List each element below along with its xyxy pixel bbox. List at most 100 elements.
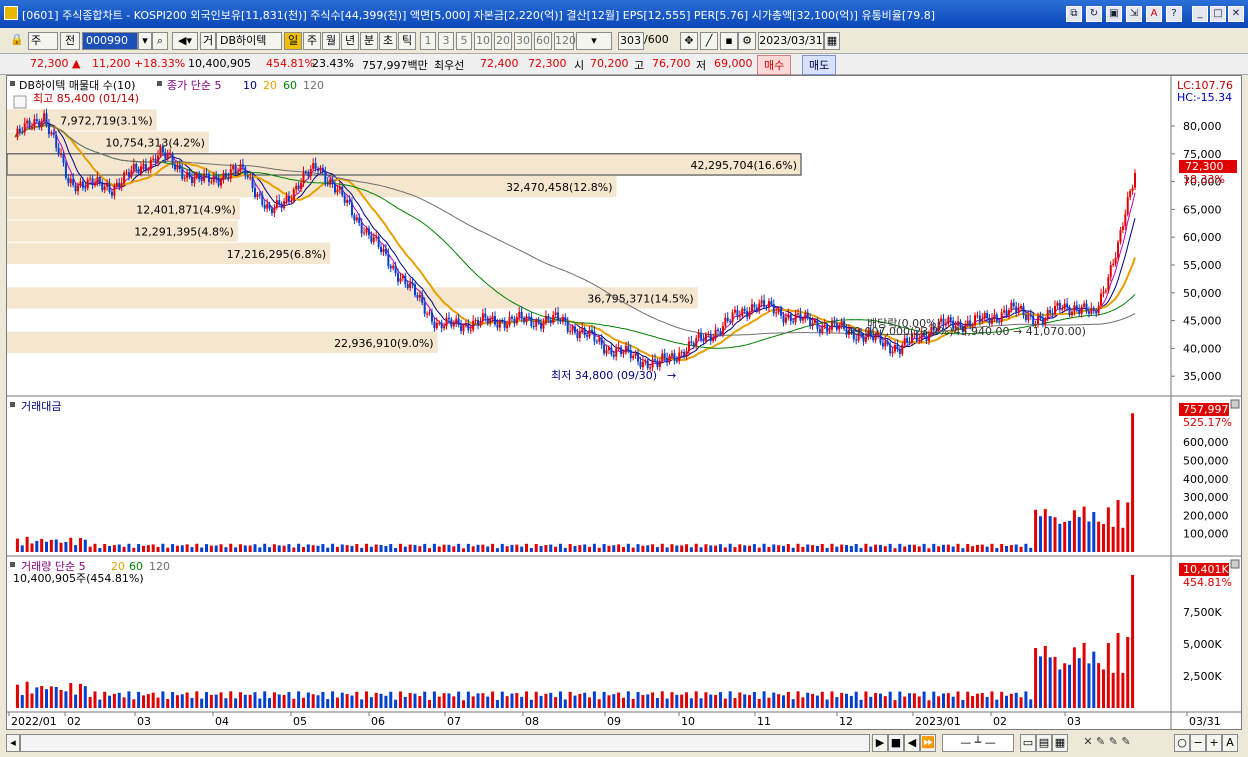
zoom-reset-icon[interactable]: ○ bbox=[1174, 734, 1190, 752]
view-mode-icon[interactable]: ▭ bbox=[1020, 734, 1036, 752]
font-size-icon[interactable]: A bbox=[1222, 734, 1238, 752]
amount-bar bbox=[539, 546, 543, 552]
interval-button-10[interactable]: 10 bbox=[474, 32, 492, 50]
candle-body bbox=[1003, 310, 1006, 313]
candle-body bbox=[108, 183, 111, 192]
amount-bar bbox=[529, 548, 533, 552]
zoom-in-icon[interactable]: + bbox=[1206, 734, 1222, 752]
candle-body bbox=[998, 321, 1001, 323]
buy-button[interactable]: 매수 bbox=[757, 55, 792, 75]
volume-close-icon[interactable] bbox=[1230, 559, 1240, 569]
chart-area[interactable]: 7,972,719(3.1%) 10,754,313(4.2%) 42,295,70… bbox=[6, 75, 1242, 730]
settings-icon[interactable]: ⚙ bbox=[738, 32, 756, 50]
candle-body bbox=[1020, 306, 1023, 309]
interval-button-20[interactable]: 20 bbox=[494, 32, 512, 50]
code-input[interactable]: 000990 bbox=[82, 32, 138, 50]
volume-bar bbox=[45, 689, 49, 708]
code-dropdown-icon[interactable]: ▾ bbox=[138, 32, 152, 50]
period-tab-6[interactable]: 틱 bbox=[398, 32, 416, 50]
stock-name-field[interactable]: DB하이텍 bbox=[216, 32, 282, 50]
link-icon[interactable]: ⧉ bbox=[1066, 6, 1082, 22]
volume-bar bbox=[1038, 656, 1042, 708]
candle-body bbox=[1058, 302, 1061, 310]
period-tab-4[interactable]: 분 bbox=[360, 32, 378, 50]
candle-body bbox=[55, 134, 58, 148]
period-tab-2[interactable]: 월 bbox=[322, 32, 340, 50]
interval-dropdown[interactable]: ▾ bbox=[576, 32, 612, 50]
period-tab-5[interactable]: 초 bbox=[379, 32, 397, 50]
volume-bar bbox=[728, 691, 732, 708]
stop-icon[interactable]: ■ bbox=[888, 734, 904, 752]
scroll-left-icon[interactable]: ◂ bbox=[6, 734, 20, 752]
group-button[interactable]: 거 bbox=[200, 32, 216, 50]
export-icon[interactable]: ⇲ bbox=[1126, 6, 1142, 22]
interval-button-30[interactable]: 30 bbox=[514, 32, 532, 50]
interval-button-5[interactable]: 5 bbox=[456, 32, 472, 50]
maximize-icon[interactable]: □ bbox=[1210, 6, 1226, 22]
volume-bar bbox=[772, 692, 776, 708]
close-icon[interactable]: ✕ bbox=[1228, 6, 1244, 22]
help-icon[interactable]: ? bbox=[1166, 6, 1182, 22]
candle-body bbox=[178, 165, 181, 169]
zoom-out-icon[interactable]: − bbox=[1190, 734, 1206, 752]
candle-body bbox=[229, 169, 232, 179]
candle-body bbox=[479, 320, 482, 326]
candle-body bbox=[656, 360, 659, 367]
candle-body bbox=[1121, 226, 1124, 230]
candle-body bbox=[106, 183, 109, 187]
amount-bar bbox=[777, 545, 781, 552]
volume-profile-label: 36,795,371(14.5%) bbox=[587, 292, 694, 305]
volume-bar bbox=[874, 693, 878, 708]
count-input[interactable]: 303 bbox=[618, 32, 644, 50]
grid-toggle-icon[interactable] bbox=[13, 95, 27, 109]
volume-bar bbox=[588, 697, 592, 708]
period-tab-3[interactable]: 년 bbox=[341, 32, 359, 50]
horizontal-scrollbar[interactable] bbox=[20, 734, 870, 752]
candle-body bbox=[600, 337, 603, 345]
fast-forward-icon[interactable]: ⏩ bbox=[920, 734, 936, 752]
period-tab-0[interactable]: 일 bbox=[284, 32, 302, 50]
refresh-icon[interactable]: ↻ bbox=[1086, 6, 1102, 22]
period-select[interactable]: 주 bbox=[28, 32, 58, 50]
step-back-icon[interactable]: ◀ bbox=[904, 734, 920, 752]
minimize-icon[interactable]: _ bbox=[1192, 6, 1208, 22]
amount-bar bbox=[602, 544, 606, 552]
search-icon[interactable]: ⌕ bbox=[152, 32, 168, 50]
x-axis-label: 2023/01 bbox=[915, 715, 961, 728]
save-icon[interactable]: ▪ bbox=[720, 32, 738, 50]
volume-bar bbox=[384, 695, 388, 708]
interval-button-3[interactable]: 3 bbox=[438, 32, 454, 50]
candle-body bbox=[719, 330, 722, 335]
amount-bar bbox=[607, 545, 611, 552]
lock-icon[interactable]: 🔒 bbox=[8, 32, 26, 50]
speaker-icon[interactable]: ◀▾ bbox=[172, 32, 198, 50]
play-icon[interactable]: ▶ bbox=[872, 734, 888, 752]
date-input[interactable]: 2023/03/31 bbox=[758, 32, 824, 50]
title-bar[interactable]: [0601] 주식종합차트 - KOSPI200 외국인보유[11,831(천)… bbox=[0, 0, 1248, 28]
volume-bar bbox=[476, 693, 480, 708]
line-tool-icon[interactable]: ╱ bbox=[700, 32, 718, 50]
drawing-tools-icon[interactable]: ✕ ✎ ✎ ✎ bbox=[1072, 734, 1142, 752]
layout-icon[interactable]: ▤ bbox=[1036, 734, 1052, 752]
amount-close-icon[interactable] bbox=[1230, 399, 1240, 409]
volume-bar bbox=[1072, 647, 1076, 708]
config-icon[interactable]: ▣ bbox=[1106, 6, 1122, 22]
candle-body bbox=[501, 320, 504, 322]
move-icon[interactable]: ✥ bbox=[680, 32, 698, 50]
volume-bar bbox=[1000, 691, 1004, 708]
amount-bar bbox=[946, 544, 950, 552]
chart-canvas[interactable]: 7,972,719(3.1%) 10,754,313(4.2%) 42,295,70… bbox=[6, 76, 1241, 729]
calendar-icon[interactable]: ▦ bbox=[824, 32, 840, 50]
period-tab-1[interactable]: 주 bbox=[303, 32, 321, 50]
candle-body bbox=[559, 320, 562, 322]
font-icon[interactable]: A bbox=[1146, 6, 1162, 22]
interval-button-120[interactable]: 120 bbox=[554, 32, 576, 50]
zoom-slider[interactable]: — ┴ — bbox=[942, 734, 1014, 752]
volume-bar bbox=[646, 694, 650, 708]
candle-body bbox=[801, 318, 804, 321]
sell-button[interactable]: 매도 bbox=[802, 55, 837, 75]
interval-button-60[interactable]: 60 bbox=[534, 32, 552, 50]
interval-button-1[interactable]: 1 bbox=[420, 32, 436, 50]
grid-icon[interactable]: ▦ bbox=[1052, 734, 1068, 752]
prev-button[interactable]: 전 bbox=[60, 32, 80, 50]
